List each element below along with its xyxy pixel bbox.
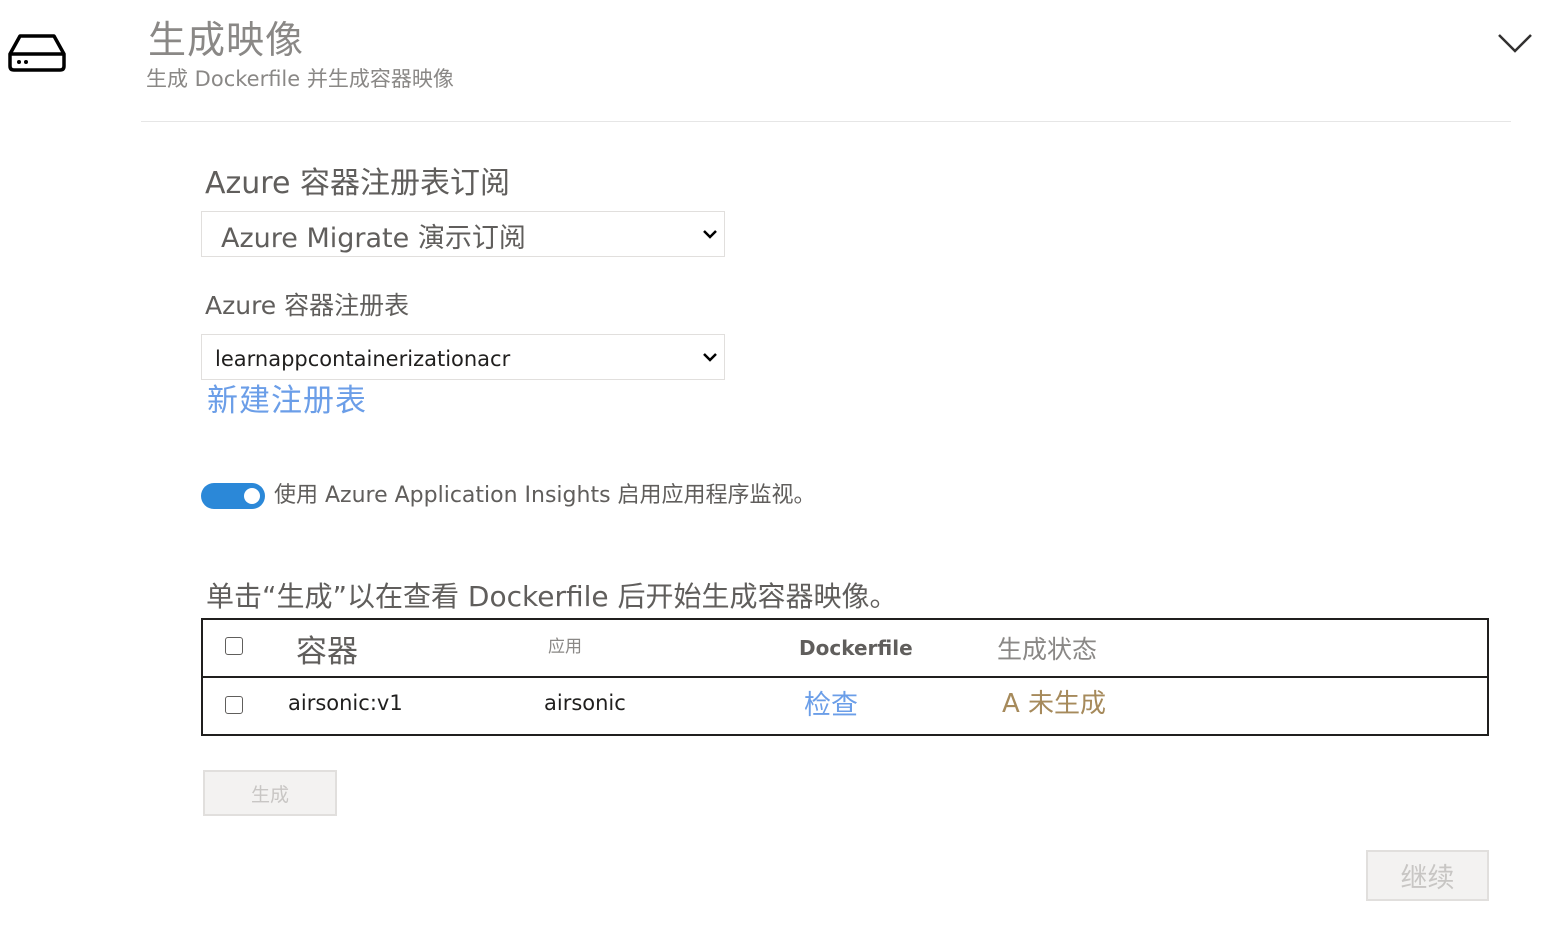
new-registry-link[interactable]: 新建注册表 [207,383,367,420]
build-instruction: 单击“生成”以在查看 Dockerfile 后开始生成容器映像。 [206,580,898,613]
column-header-container: 容器 [296,634,358,670]
continue-button[interactable]: 继续 [1366,850,1489,901]
cell-container-name: airsonic:v1 [288,691,403,715]
chevron-down-icon[interactable] [1497,32,1533,54]
registry-selected-value: learnappcontainerizationacr [215,347,511,371]
chevron-down-icon [703,230,717,239]
app-insights-toggle[interactable] [201,483,265,509]
column-header-dockerfile: Dockerfile [799,636,913,660]
cell-build-status: A 未生成 [1002,689,1107,719]
subscription-label: Azure 容器注册表订阅 [205,166,510,201]
table-header-divider [201,676,1489,678]
registry-label: Azure 容器注册表 [205,291,410,320]
row-checkbox[interactable] [225,696,243,714]
chevron-down-icon [703,353,717,362]
column-header-build-status: 生成状态 [997,635,1098,664]
column-header-app: 应用 [548,637,582,657]
build-button[interactable]: 生成 [203,770,337,816]
review-dockerfile-link[interactable]: 检查 [804,690,858,722]
subscription-select[interactable]: Azure Migrate 演示订阅 [201,211,725,257]
select-all-checkbox[interactable] [225,637,243,655]
app-insights-label: 使用 Azure Application Insights 启用应用程序监视。 [274,483,816,508]
cell-app-name: airsonic [544,691,626,715]
subscription-selected-value: Azure Migrate 演示订阅 [221,223,526,254]
step-subtitle: 生成 Dockerfile 并生成容器映像 [146,67,454,91]
step-title: 生成映像 [148,18,305,62]
server-drive-icon [8,34,66,72]
registry-select[interactable]: learnappcontainerizationacr [201,334,725,380]
toggle-knob [244,488,260,504]
header-divider [141,121,1511,122]
